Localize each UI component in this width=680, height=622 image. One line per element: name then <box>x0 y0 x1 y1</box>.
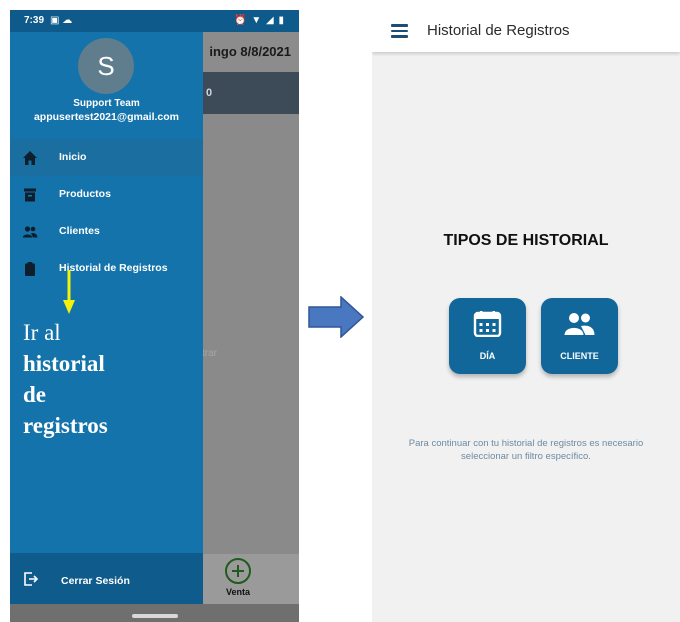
venta-button[interactable]: Venta <box>218 558 258 597</box>
home-gesture-pill[interactable] <box>132 614 178 618</box>
navigation-drawer: S Support Team appusertest2021@gmail.com… <box>10 32 203 604</box>
users-icon <box>564 313 595 335</box>
menu-item-label: Productos <box>59 188 111 200</box>
right-phone-screen: Historial de Registros TIPOS DE HISTORIA… <box>372 10 680 622</box>
background-header-date: ingo 8/8/2021 <box>209 44 291 59</box>
home-icon <box>23 151 37 165</box>
avatar: S <box>78 38 134 94</box>
tile-label: DÍA <box>479 351 496 361</box>
menu-item-historial-de-registros[interactable]: Historial de Registros <box>10 250 203 287</box>
add-circle-icon <box>225 558 251 584</box>
archive-box-icon <box>24 188 36 202</box>
logout-icon <box>24 572 39 586</box>
menu-item-clientes[interactable]: Clientes <box>10 213 203 250</box>
status-bar: 7:39 ▣ ☁ ⏰ ▼ ◢ ▮ <box>10 10 299 32</box>
app-bar: Historial de Registros <box>372 10 680 52</box>
menu-item-inicio[interactable]: Inicio <box>10 139 203 176</box>
menu-item-label: Inicio <box>59 151 87 163</box>
status-system-icons: ⏰ ▼ ◢ ▮ <box>234 15 285 26</box>
status-notification-icons: ▣ ☁ <box>50 15 73 26</box>
users-icon <box>22 226 38 238</box>
hamburger-menu-icon[interactable] <box>391 24 408 38</box>
menu-item-productos[interactable]: Productos <box>10 176 203 213</box>
tile-cliente-button[interactable]: CLIENTE <box>541 298 618 374</box>
drawer-header: S Support Team appusertest2021@gmail.com <box>10 32 203 129</box>
menu-item-label: Clientes <box>59 225 100 237</box>
user-name: Support Team <box>73 98 140 109</box>
logout-button[interactable]: Cerrar Sesión <box>10 553 203 604</box>
venta-label: Venta <box>225 587 250 597</box>
flow-right-arrow-icon <box>308 296 364 338</box>
annotation-line: de <box>23 382 46 407</box>
tile-dia-button[interactable]: DÍA <box>449 298 526 374</box>
calendar-icon <box>473 311 502 337</box>
system-nav-bar <box>10 604 299 622</box>
user-email: appusertest2021@gmail.com <box>33 111 180 123</box>
background-faint-text: trar <box>202 348 217 359</box>
clipboard-icon <box>25 262 35 276</box>
left-phone-screen: ingo 8/8/2021 0 trar Venta 7:39 ▣ ☁ ⏰ ▼ … <box>10 10 299 622</box>
logout-label: Cerrar Sesión <box>61 575 130 587</box>
info-text: Para continuar con tu historial de regis… <box>408 438 644 462</box>
annotation-line: registros <box>23 413 108 438</box>
tile-label: CLIENTE <box>560 351 599 361</box>
annotation-text: Ir al historial de registros <box>23 317 108 441</box>
menu-item-label: Historial de Registros <box>59 262 168 274</box>
page-title: Historial de Registros <box>427 22 570 39</box>
annotation-line: Ir al <box>23 320 61 345</box>
annotation-line: historial <box>23 351 105 376</box>
status-time: 7:39 <box>24 15 45 26</box>
background-band-value: 0 <box>206 87 213 99</box>
annotation-down-arrow-icon <box>63 270 75 314</box>
section-title: TIPOS DE HISTORIAL <box>443 232 609 249</box>
